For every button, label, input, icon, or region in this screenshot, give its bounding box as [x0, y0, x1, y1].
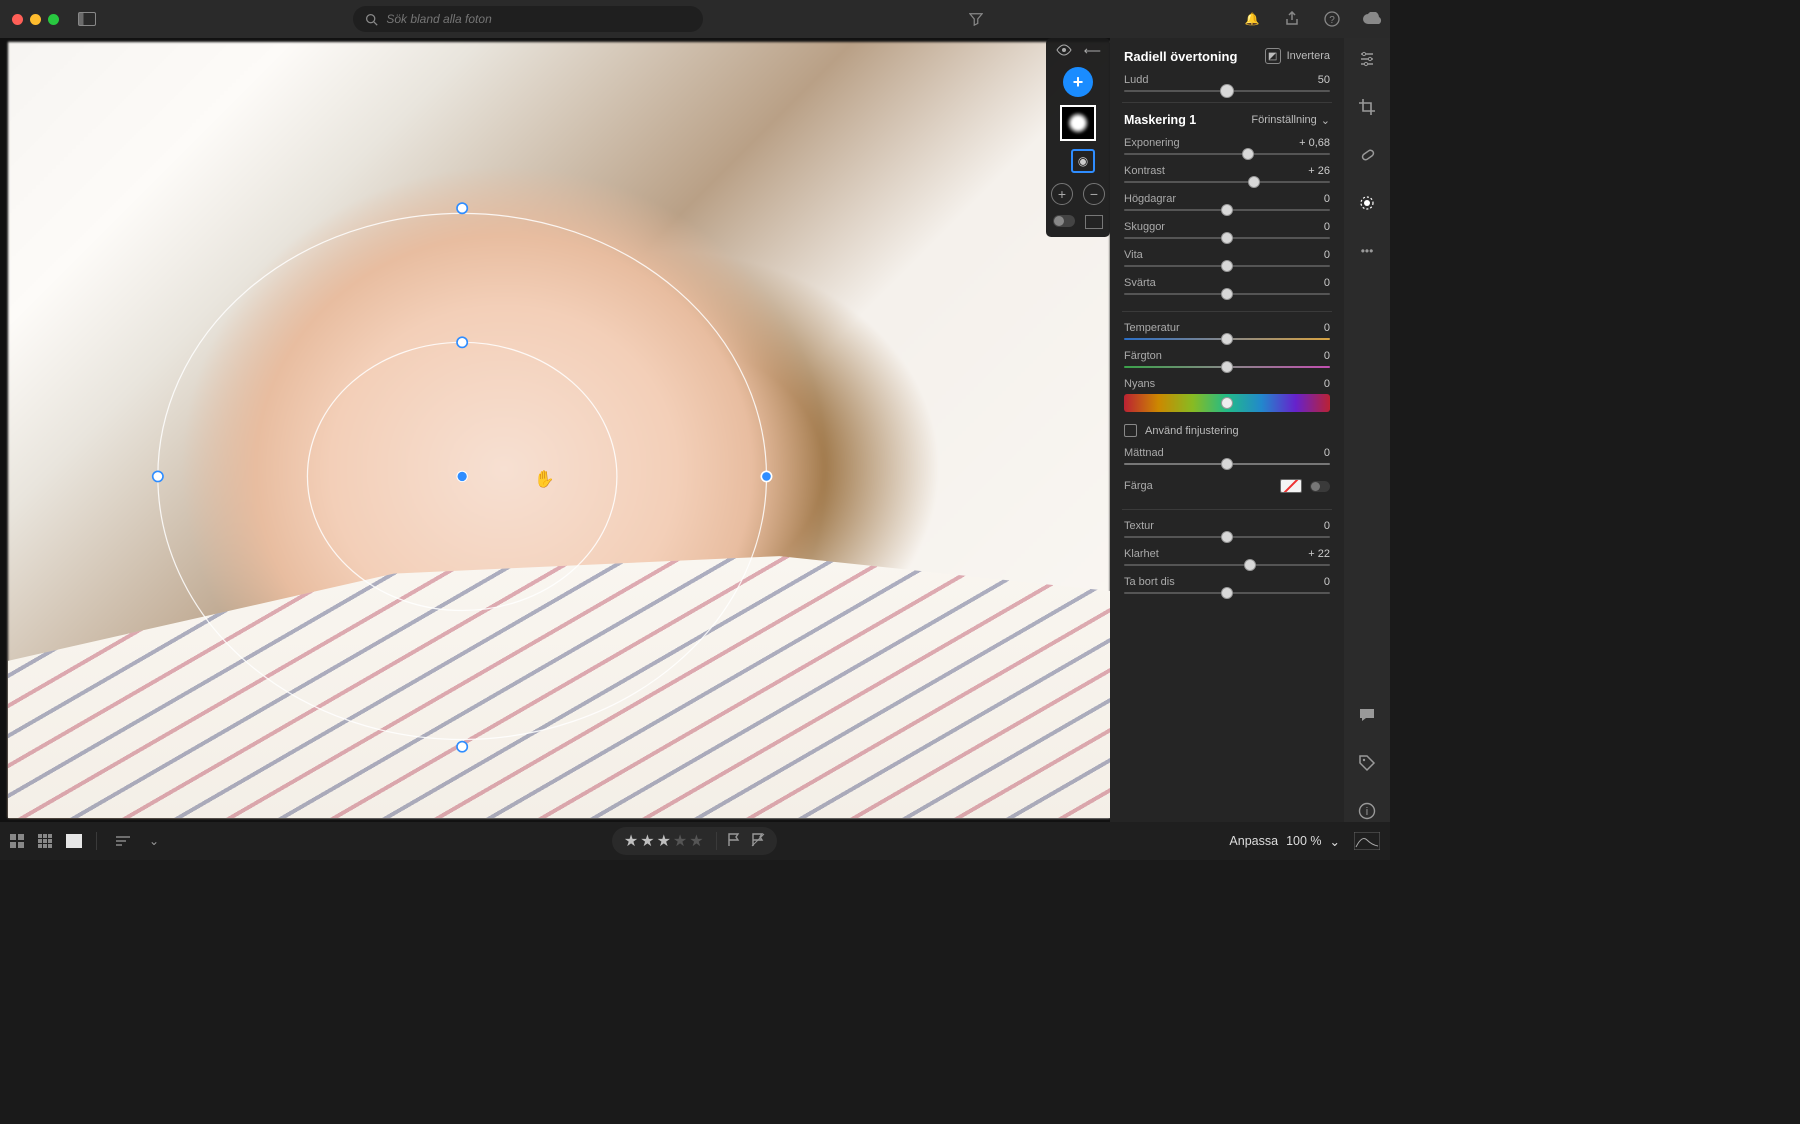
fine-adjust-checkbox[interactable]: Använd finjustering: [1124, 424, 1330, 437]
masking-icon[interactable]: [1356, 192, 1378, 214]
mask-subtract-button[interactable]: −: [1083, 183, 1105, 205]
color-toggle[interactable]: [1310, 481, 1330, 492]
mask-name: Maskering 1: [1124, 113, 1196, 127]
preset-dropdown[interactable]: Förinställning ⌄: [1251, 114, 1330, 127]
crop-icon[interactable]: [1356, 96, 1378, 118]
saturation-slider[interactable]: Mättnad0: [1124, 447, 1330, 465]
help-icon[interactable]: ?: [1322, 7, 1342, 31]
histogram-icon[interactable]: [1354, 832, 1380, 850]
edit-panel: Radiell övertoning ◩ Invertera Ludd50 Ma…: [1110, 38, 1344, 822]
rating-group: ★★★★★: [612, 827, 777, 855]
mask-panel: ⟵ + ◉ + −: [1046, 38, 1110, 237]
grid-view-icon[interactable]: [10, 834, 24, 848]
search-input[interactable]: [386, 12, 691, 26]
color-swatch[interactable]: [1280, 479, 1302, 493]
whites-slider[interactable]: Vita0: [1124, 249, 1330, 267]
more-icon[interactable]: •••: [1356, 240, 1378, 262]
bell-icon[interactable]: 🔔: [1242, 7, 1262, 31]
cloud-icon[interactable]: [1362, 7, 1382, 31]
feather-slider[interactable]: Ludd50: [1124, 74, 1330, 92]
small-grid-view-icon[interactable]: [38, 834, 52, 848]
main: ✋ ⟵ + ◉ + − Radiell: [0, 38, 1390, 822]
topbar-right: 🔔 ?: [1242, 7, 1382, 31]
mask-component-radial[interactable]: ◉: [1071, 149, 1095, 173]
temp-slider[interactable]: Temperatur0: [1124, 322, 1330, 340]
bottombar: ⌄ ★★★★★ Anpassa 100 % ⌄: [0, 822, 1390, 860]
single-view-icon[interactable]: [66, 834, 82, 848]
fullscreen-window-button[interactable]: [48, 14, 59, 25]
info-icon[interactable]: i: [1356, 800, 1378, 822]
zoom-control[interactable]: Anpassa 100 % ⌄: [1229, 834, 1340, 849]
chevron-down-icon: ⌄: [1321, 114, 1330, 127]
contrast-slider[interactable]: Kontrast+ 26: [1124, 165, 1330, 183]
panel-toggle-icon[interactable]: [75, 7, 99, 31]
search-box[interactable]: [353, 6, 703, 32]
clarity-slider[interactable]: Klarhet+ 22: [1124, 548, 1330, 566]
exposure-slider[interactable]: Exponering+ 0,68: [1124, 137, 1330, 155]
mask-thumbnail[interactable]: [1060, 105, 1096, 141]
highlights-slider[interactable]: Högdagrar0: [1124, 193, 1330, 211]
collapse-icon[interactable]: ⟵: [1084, 44, 1101, 59]
invert-button[interactable]: ◩ Invertera: [1265, 48, 1330, 64]
comment-icon[interactable]: [1356, 704, 1378, 726]
share-icon[interactable]: [1282, 7, 1302, 31]
tag-icon[interactable]: [1356, 752, 1378, 774]
photo: [8, 42, 1110, 818]
add-mask-button[interactable]: +: [1063, 67, 1093, 97]
chevron-down-icon: ⌄: [1330, 834, 1340, 849]
topbar: 🔔 ?: [0, 0, 1390, 38]
blacks-slider[interactable]: Svärta0: [1124, 277, 1330, 295]
hue-slider[interactable]: Nyans0: [1124, 378, 1330, 412]
photo-canvas[interactable]: ✋ ⟵ + ◉ + −: [0, 38, 1110, 822]
flag-reject-icon[interactable]: [751, 833, 765, 850]
sliders-icon[interactable]: [1356, 48, 1378, 70]
dehaze-slider[interactable]: Ta bort dis0: [1124, 576, 1330, 594]
invert-icon: ◩: [1265, 48, 1281, 64]
filter-icon[interactable]: [964, 7, 988, 31]
heal-icon[interactable]: [1356, 144, 1378, 166]
tint-slider[interactable]: Färgton0: [1124, 350, 1330, 368]
svg-text:?: ?: [1329, 15, 1335, 26]
svg-text:i: i: [1366, 806, 1368, 818]
close-window-button[interactable]: [12, 14, 23, 25]
right-toolstrip: ••• i: [1344, 38, 1390, 822]
minimize-window-button[interactable]: [30, 14, 41, 25]
search-icon: [365, 13, 378, 26]
dock-icon[interactable]: [1085, 215, 1103, 229]
mask-add-button[interactable]: +: [1051, 183, 1073, 205]
color-label: Färga: [1124, 480, 1153, 492]
star-rating[interactable]: ★★★★★: [624, 831, 706, 851]
shadows-slider[interactable]: Skuggor0: [1124, 221, 1330, 239]
texture-slider[interactable]: Textur0: [1124, 520, 1330, 538]
window-controls: [12, 14, 59, 25]
sort-icon[interactable]: [111, 829, 135, 853]
chevron-down-icon[interactable]: ⌄: [149, 834, 159, 848]
overlay-toggle[interactable]: [1053, 215, 1075, 227]
panel-title: Radiell övertoning: [1124, 49, 1237, 64]
flag-pick-icon[interactable]: [727, 833, 741, 850]
visibility-icon[interactable]: [1056, 44, 1072, 59]
